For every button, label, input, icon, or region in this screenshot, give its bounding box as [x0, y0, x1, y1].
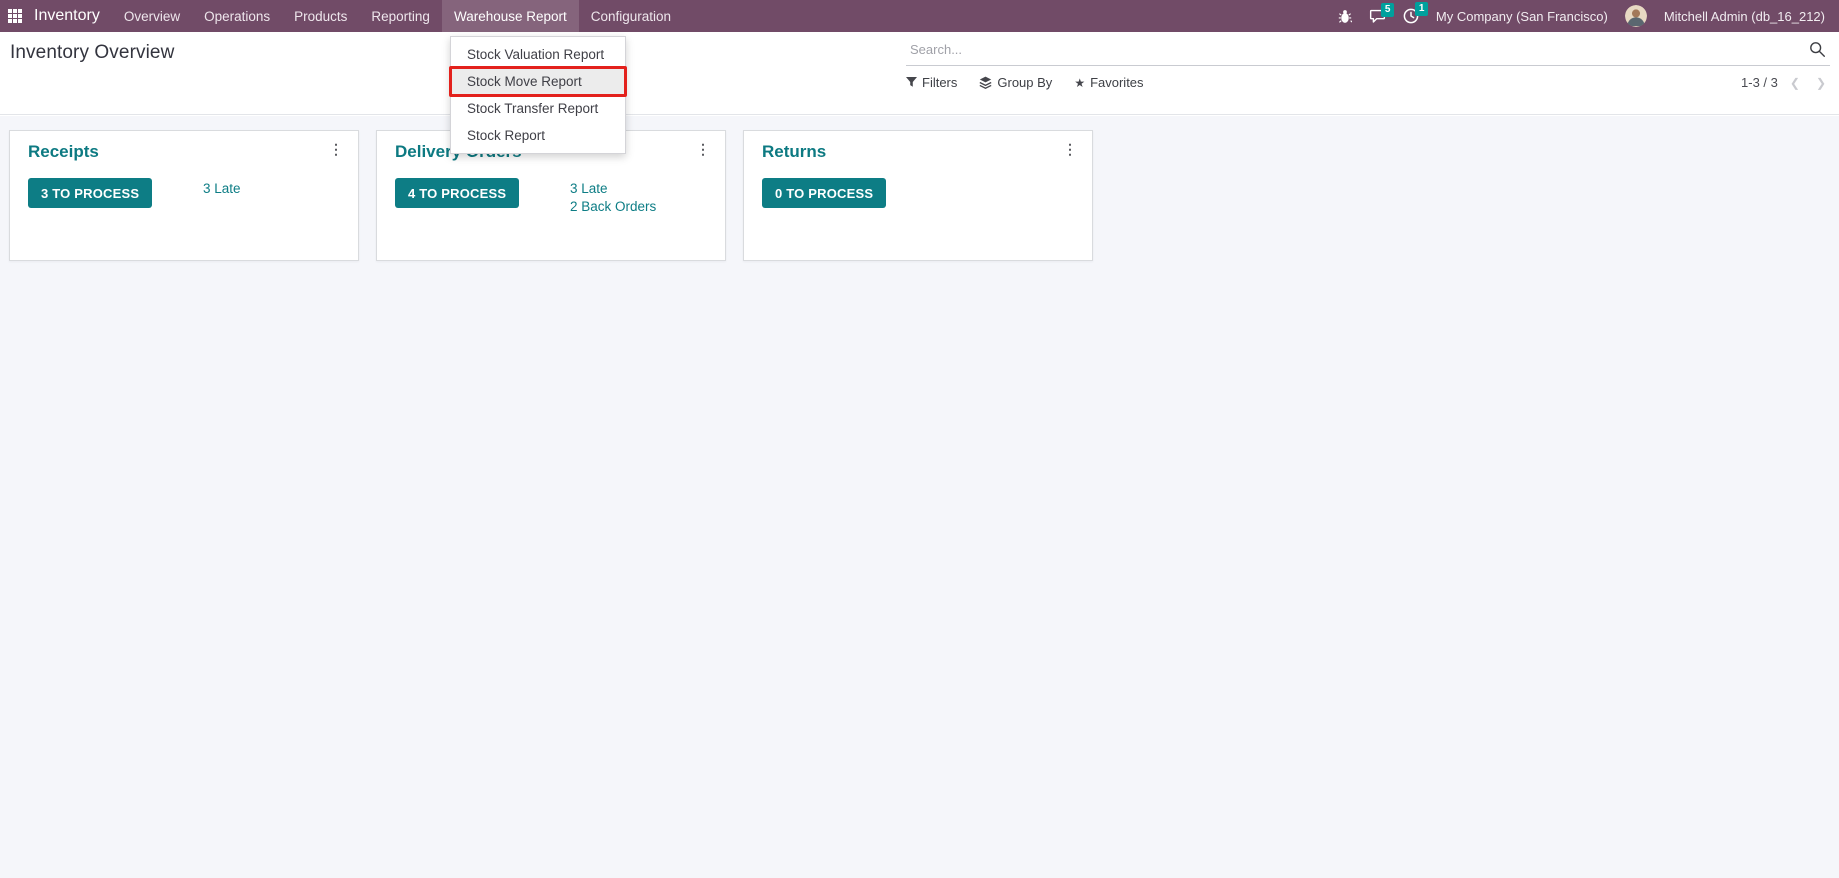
- favorites-button[interactable]: ★ Favorites: [1074, 75, 1143, 90]
- filters-label: Filters: [922, 75, 958, 90]
- menu-products[interactable]: Products: [282, 0, 359, 32]
- apps-grid-icon: [8, 9, 22, 23]
- card-returns-title[interactable]: Returns: [762, 142, 826, 162]
- user-avatar[interactable]: [1624, 5, 1647, 27]
- menu-item-stock-move-report-label: Stock Move Report: [467, 74, 582, 89]
- user-menu[interactable]: Mitchell Admin (db_16_212): [1664, 9, 1825, 24]
- debug-bug-icon[interactable]: [1338, 9, 1352, 24]
- group-by-label: Group By: [997, 75, 1053, 90]
- favorites-star-icon: ★: [1074, 75, 1086, 90]
- search-input[interactable]: [910, 42, 1809, 57]
- control-panel-right: Filters Group By ★ Favorites 1-3 / 3 ❮ ❯: [906, 34, 1830, 90]
- warehouse-report-dropdown: Stock Valuation Report Stock Move Report…: [449, 36, 627, 154]
- search-bar: [906, 34, 1830, 66]
- menu-configuration[interactable]: Configuration: [579, 0, 683, 32]
- card-delivery-orders-back-orders-link[interactable]: 2 Back Orders: [570, 199, 656, 214]
- card-delivery-orders-links: 3 Late 2 Back Orders: [570, 181, 656, 214]
- filters-button[interactable]: Filters: [906, 75, 957, 90]
- card-receipts-links: 3 Late: [203, 181, 241, 196]
- card-receipts-kebab-icon[interactable]: ⋮: [324, 139, 348, 160]
- card-receipts-late-link[interactable]: 3 Late: [203, 181, 241, 196]
- search-options-row: Filters Group By ★ Favorites 1-3 / 3 ❮ ❯: [906, 75, 1830, 90]
- card-returns-to-process-button[interactable]: 0 TO PROCESS: [762, 178, 887, 208]
- page-title: Inventory Overview: [10, 42, 175, 63]
- navbar-left: Inventory Overview Operations Products R…: [0, 0, 683, 32]
- card-delivery-orders-late-link[interactable]: 3 Late: [570, 181, 656, 196]
- filter-funnel-icon: [906, 77, 917, 87]
- menu-overview[interactable]: Overview: [112, 0, 192, 32]
- activities-count-badge: 1: [1414, 2, 1429, 16]
- pager: 1-3 / 3 ❮ ❯: [1741, 75, 1830, 90]
- pager-previous-icon[interactable]: ❮: [1786, 76, 1804, 90]
- messages-count-badge: 5: [1380, 2, 1395, 17]
- app-brand[interactable]: Inventory: [30, 0, 112, 32]
- card-delivery-orders-kebab-icon[interactable]: ⋮: [691, 139, 715, 160]
- apps-menu-button[interactable]: [0, 0, 30, 32]
- messages-icon[interactable]: 5: [1369, 2, 1395, 24]
- company-switcher[interactable]: My Company (San Francisco): [1436, 9, 1608, 24]
- top-navbar: Inventory Overview Operations Products R…: [0, 0, 1839, 32]
- content-area: Receipts ⋮ 3 TO PROCESS 3 Late Delivery …: [0, 116, 1839, 878]
- menu-item-stock-transfer-report[interactable]: Stock Transfer Report: [451, 95, 625, 122]
- pager-next-icon[interactable]: ❯: [1812, 76, 1830, 90]
- pager-value[interactable]: 1-3 / 3: [1741, 75, 1778, 90]
- card-returns-kebab-icon[interactable]: ⋮: [1058, 139, 1082, 160]
- menu-item-stock-report[interactable]: Stock Report: [451, 122, 625, 149]
- systray: 5 1 My Company (San Francisco) Mitchell …: [1338, 0, 1839, 32]
- group-by-button[interactable]: Group By: [979, 75, 1052, 90]
- menu-operations[interactable]: Operations: [192, 0, 282, 32]
- card-returns: Returns ⋮ 0 TO PROCESS: [743, 130, 1093, 261]
- menu-item-stock-move-report[interactable]: Stock Move Report: [449, 66, 627, 97]
- main-menu: Overview Operations Products Reporting W…: [112, 0, 683, 32]
- favorites-label: Favorites: [1090, 75, 1144, 90]
- card-receipts-to-process-button[interactable]: 3 TO PROCESS: [28, 178, 153, 208]
- activities-clock-icon[interactable]: 1: [1403, 2, 1429, 24]
- card-receipts-title[interactable]: Receipts: [28, 142, 99, 162]
- menu-warehouse-report[interactable]: Warehouse Report: [441, 0, 579, 32]
- card-receipts: Receipts ⋮ 3 TO PROCESS 3 Late: [9, 130, 359, 261]
- group-by-layers-icon: [979, 76, 992, 89]
- card-delivery-orders-to-process-button[interactable]: 4 TO PROCESS: [395, 178, 520, 208]
- menu-reporting[interactable]: Reporting: [359, 0, 442, 32]
- menu-item-stock-valuation-report[interactable]: Stock Valuation Report: [451, 41, 625, 68]
- control-panel: Inventory Overview Filters: [0, 32, 1839, 115]
- search-icon: [1809, 41, 1826, 58]
